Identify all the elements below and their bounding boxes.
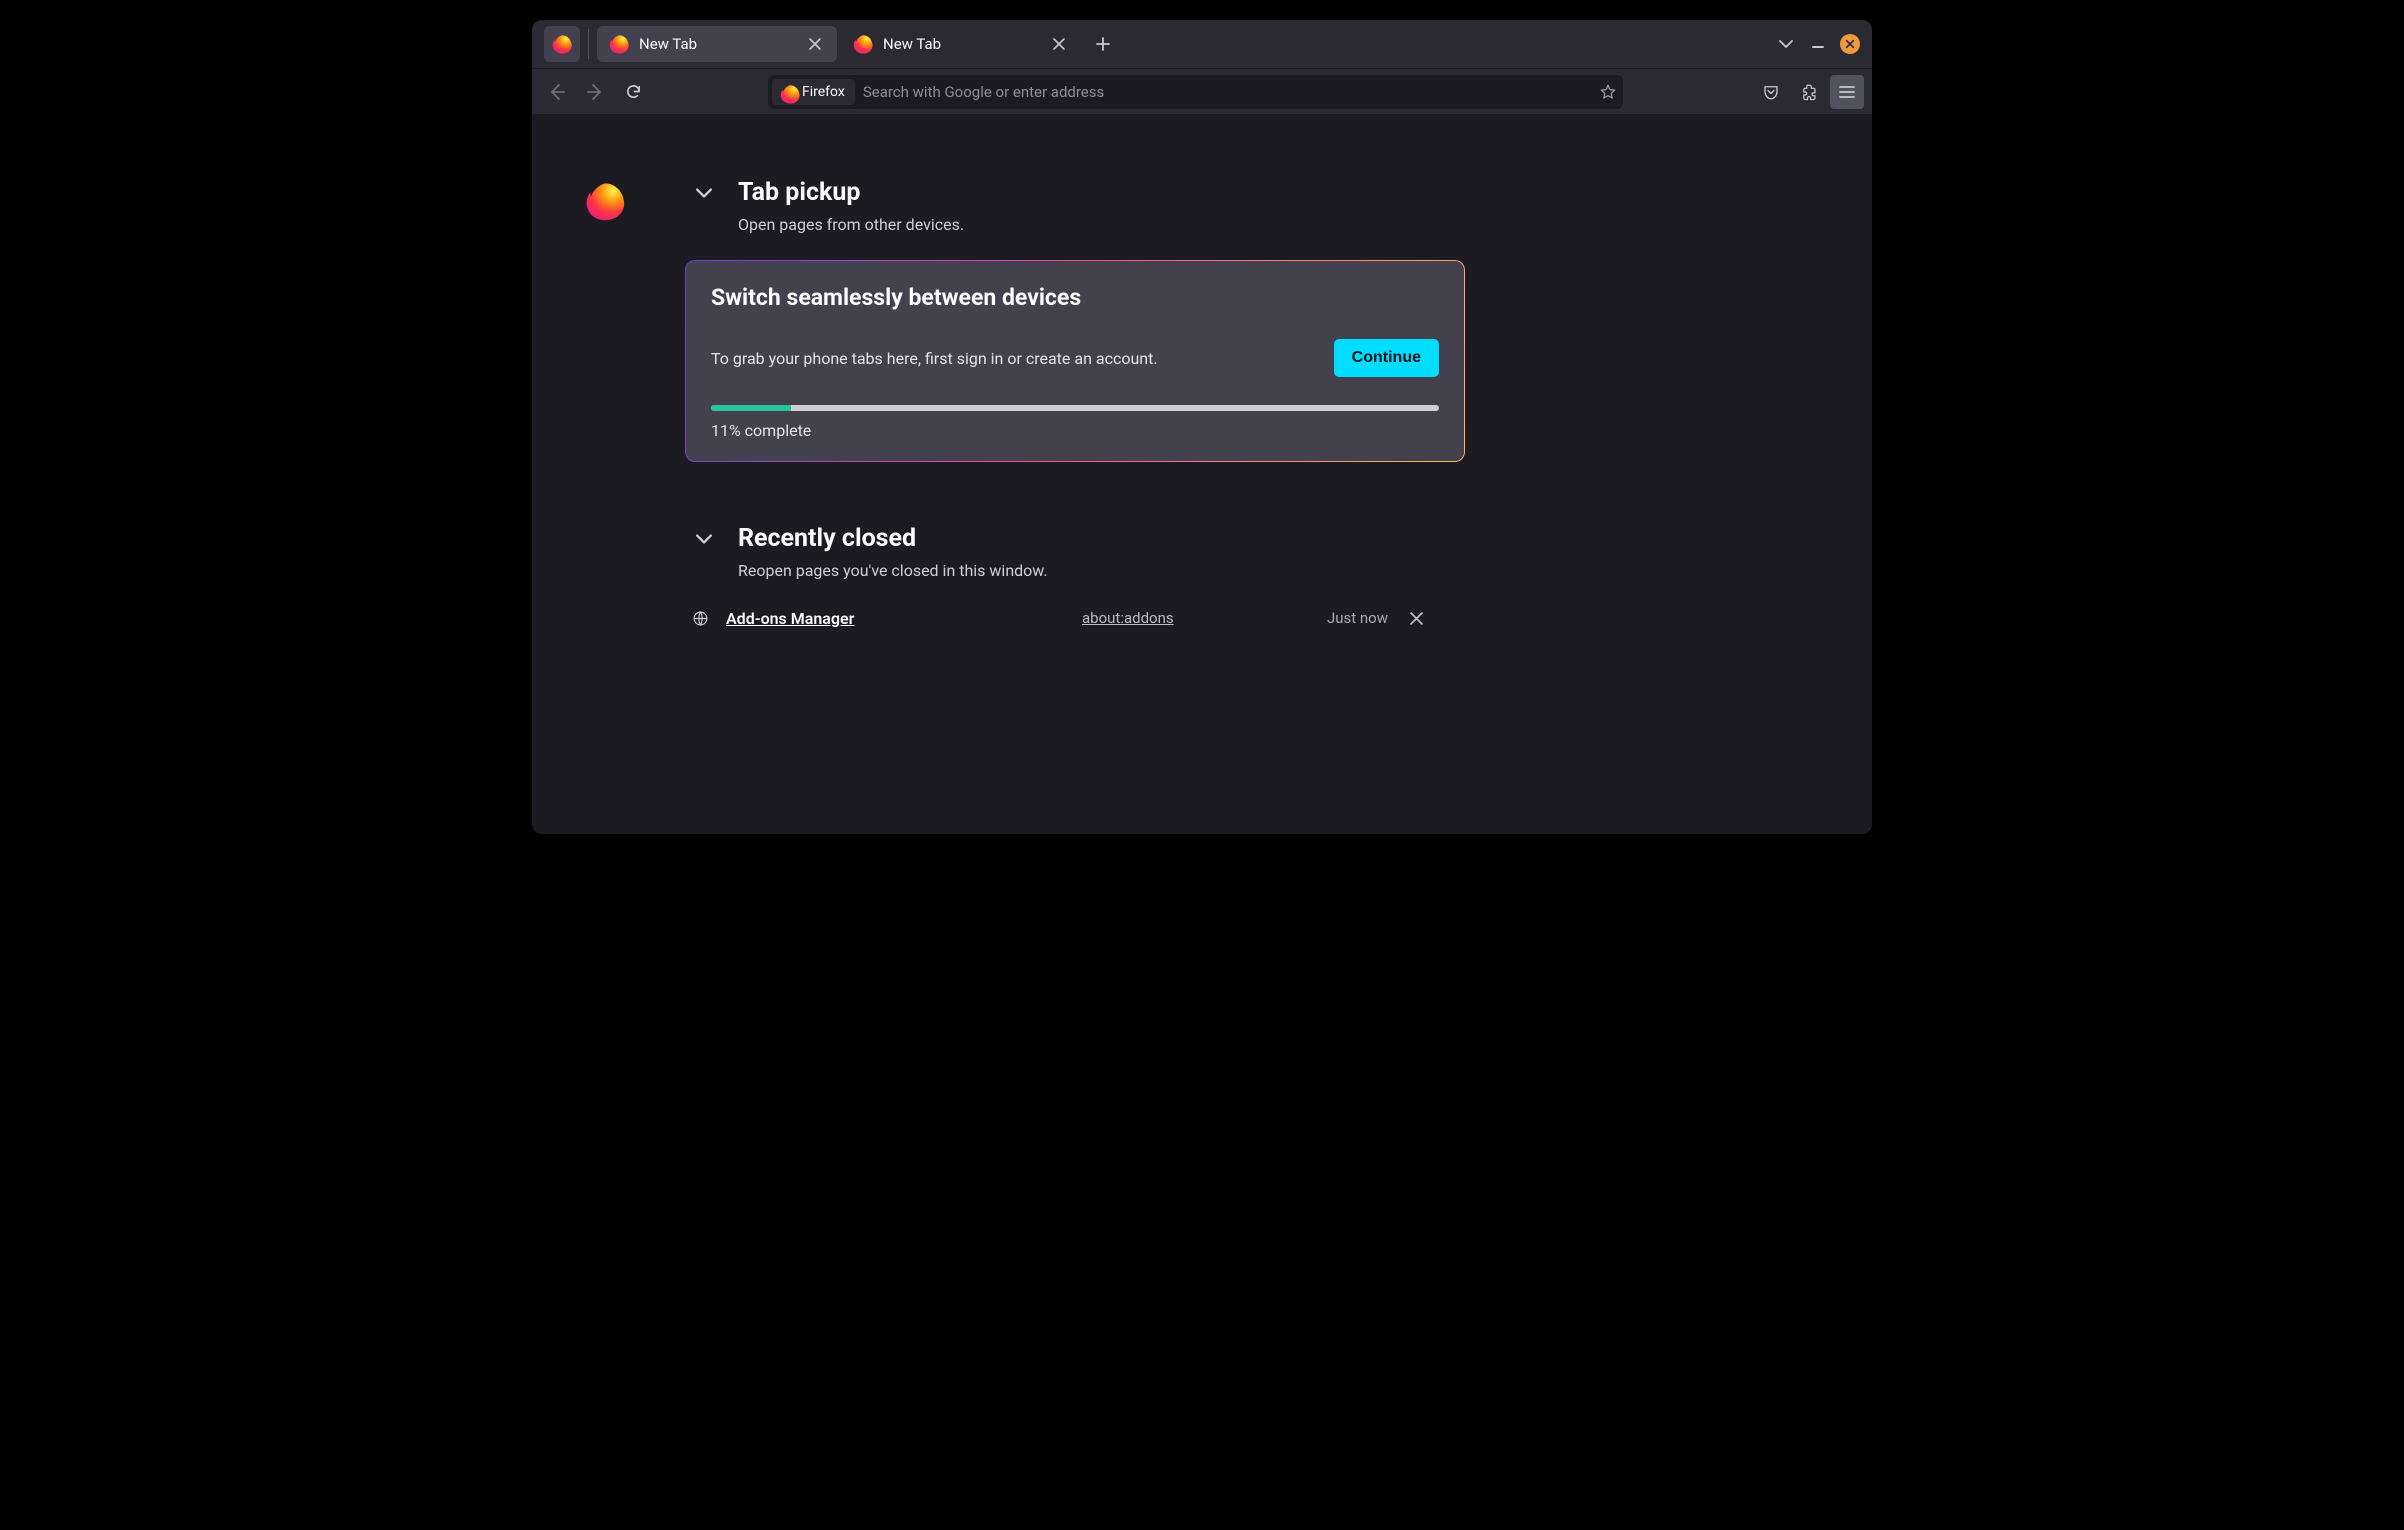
- identity-label: Firefox: [802, 84, 845, 100]
- bookmark-star-icon[interactable]: [1599, 83, 1617, 101]
- firefox-view-content: Tab pickup Open pages from other devices…: [532, 114, 1872, 834]
- sync-setup-card: Switch seamlessly between devices To gra…: [685, 260, 1465, 462]
- collapse-recent-button[interactable]: [690, 525, 718, 553]
- new-tab-button[interactable]: [1089, 30, 1117, 58]
- url-bar[interactable]: Firefox Search with Google or enter addr…: [768, 75, 1623, 109]
- globe-icon: [690, 610, 710, 627]
- reload-button[interactable]: [616, 75, 650, 109]
- sync-card-description: To grab your phone tabs here, first sign…: [711, 349, 1314, 368]
- sync-card-title: Switch seamlessly between devices: [711, 284, 1439, 311]
- browser-window: New Tab New Tab: [532, 20, 1872, 834]
- recent-item[interactable]: Add-ons Manager about:addons Just now: [690, 598, 1460, 638]
- recently-closed-title: Recently closed: [738, 524, 916, 553]
- recent-item-name: Add-ons Manager: [726, 609, 1066, 628]
- firefox-icon: [853, 34, 873, 54]
- tab-pickup-title: Tab pickup: [738, 178, 860, 207]
- application-menu-button[interactable]: [1830, 75, 1864, 109]
- close-tab-button[interactable]: [801, 30, 829, 58]
- setup-progress-bar: [711, 405, 1439, 411]
- extensions-button[interactable]: [1792, 75, 1826, 109]
- minimize-button[interactable]: [1804, 30, 1832, 58]
- continue-button[interactable]: Continue: [1334, 339, 1439, 377]
- firefox-logo: [585, 181, 625, 225]
- collapse-pickup-button[interactable]: [690, 179, 718, 207]
- setup-progress-text: 11% complete: [711, 421, 1439, 440]
- tab-pickup-subtitle: Open pages from other devices.: [738, 215, 1832, 234]
- tab-1[interactable]: New Tab: [597, 26, 837, 62]
- separator: [588, 29, 589, 59]
- forward-button[interactable]: [578, 75, 612, 109]
- close-window-button[interactable]: [1836, 30, 1864, 58]
- close-circle-icon: [1840, 34, 1860, 54]
- url-placeholder: Search with Google or enter address: [859, 83, 1595, 101]
- firefox-icon: [552, 34, 572, 54]
- list-all-tabs-button[interactable]: [1772, 30, 1800, 58]
- recent-item-url: about:addons: [1082, 609, 1282, 627]
- firefox-icon: [609, 34, 629, 54]
- navigation-toolbar: Firefox Search with Google or enter addr…: [532, 68, 1872, 114]
- tab-title: New Tab: [639, 35, 791, 53]
- tab-2[interactable]: New Tab: [841, 26, 1081, 62]
- tab-title: New Tab: [883, 35, 1035, 53]
- recent-item-time: Just now: [1298, 609, 1388, 627]
- firefox-icon: [780, 84, 796, 100]
- tab-bar: New Tab New Tab: [532, 20, 1872, 68]
- firefox-icon: [585, 181, 625, 221]
- dismiss-recent-button[interactable]: [1404, 606, 1428, 630]
- close-tab-button[interactable]: [1045, 30, 1073, 58]
- back-button[interactable]: [540, 75, 574, 109]
- firefox-view-button[interactable]: [544, 26, 580, 62]
- setup-progress-fill: [711, 405, 791, 411]
- save-to-pocket-button[interactable]: [1754, 75, 1788, 109]
- identity-box[interactable]: Firefox: [772, 79, 855, 105]
- recently-closed-subtitle: Reopen pages you've closed in this windo…: [738, 561, 1832, 580]
